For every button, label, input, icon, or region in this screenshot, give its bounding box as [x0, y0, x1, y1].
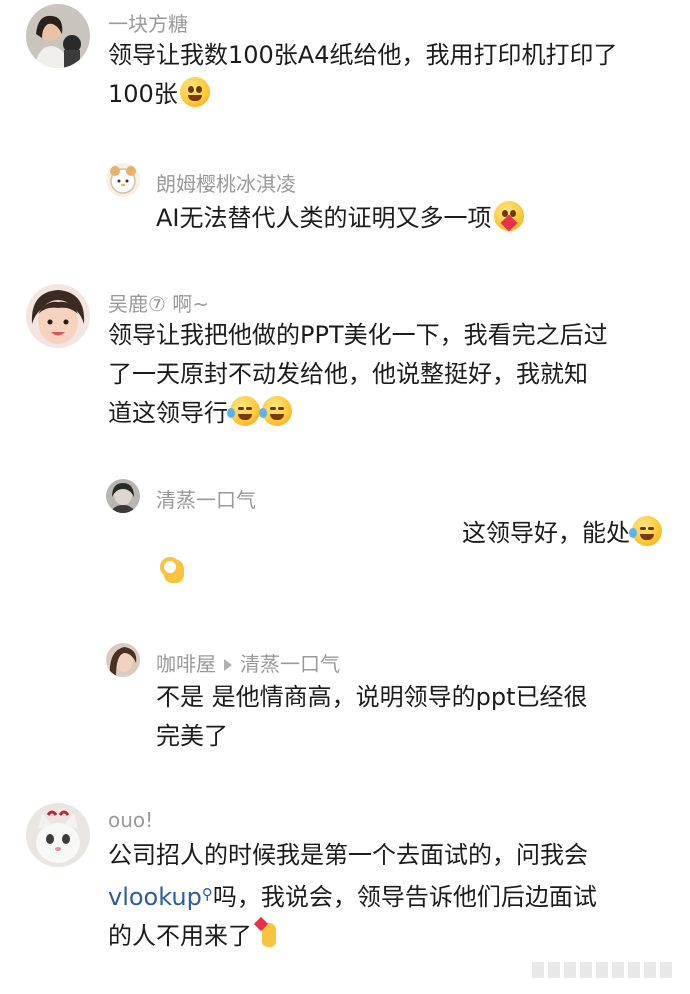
comment-text: 公司招人的时候我是第一个去面试的，问我会 vlookup⚲吗，我说会，领导告诉他…: [108, 836, 678, 956]
avatar[interactable]: [106, 643, 140, 677]
comment-text: 领导让我把他做的PPT美化一下，我看完之后过 了一天原封不动发给他，他说整挺好，…: [108, 316, 678, 433]
comment-text: 领导让我数100张A4纸给他，我用打印机打印了 100张: [108, 36, 678, 114]
comment-line: 公司招人的时候我是第一个去面试的，问我会: [108, 841, 588, 869]
avatar[interactable]: [26, 284, 90, 348]
smiling-face-with-heart-hands-emoji: [493, 201, 524, 232]
avatar[interactable]: [26, 4, 90, 68]
search-link[interactable]: vlookup: [108, 883, 202, 911]
comment-text: AI无法替代人类的证明又多一项: [156, 199, 676, 238]
search-icon[interactable]: ⚲: [202, 885, 213, 903]
comment-line: AI无法替代人类的证明又多一项: [156, 204, 492, 232]
comment-line: 这领导好，能处: [462, 519, 630, 547]
comment-line: 不是 是他情商高，说明领导的ppt已经很: [156, 683, 588, 711]
comment-line: 领导让我把他做的PPT美化一下，我看完之后过: [108, 321, 608, 349]
comment-line: 了一天原封不动发给他，他说整挺好，我就知: [108, 360, 588, 388]
crossed-fingers-heart-emoji: [253, 916, 284, 949]
rolling-laughing-emoji: [259, 396, 292, 426]
avatar[interactable]: [26, 803, 90, 867]
watermark: [532, 962, 672, 978]
comment-line: 领导让我数100张A4纸给他，我用打印机打印了: [108, 41, 618, 69]
comment-line: 吗，我说会，领导告诉他们后边面试: [212, 883, 597, 911]
comment-line: 的人不用来了: [108, 922, 252, 950]
username-link[interactable]: 咖啡屋: [156, 652, 216, 676]
avatar[interactable]: [106, 479, 140, 513]
comment-text: 不是 是他情商高，说明领导的ppt已经很 完美了: [156, 678, 666, 756]
comment-line: 100张: [108, 80, 178, 108]
avatar[interactable]: [106, 163, 140, 197]
reply-arrow-icon: [224, 659, 232, 671]
username[interactable]: ouo!: [108, 808, 153, 832]
username: 咖啡屋 清蒸一口气: [156, 648, 340, 677]
username[interactable]: 吴鹿⑦ 啊~: [108, 288, 209, 317]
username[interactable]: 朗姆樱桃冰淇凌: [156, 168, 296, 197]
rolling-laughing-emoji: [227, 396, 260, 426]
grinning-face-emoji: [179, 77, 210, 107]
username[interactable]: 一块方糖: [108, 8, 188, 37]
reply-target-link[interactable]: 清蒸一口气: [240, 652, 340, 676]
username[interactable]: 清蒸一口气: [156, 484, 256, 513]
rolling-laughing-emoji: [629, 516, 662, 546]
comment-line: 完美了: [156, 722, 228, 750]
ok-hand-emoji: [158, 555, 188, 585]
comment-text: 这领导好，能处: [156, 514, 662, 592]
comment-line: 道这领导行: [108, 399, 228, 427]
